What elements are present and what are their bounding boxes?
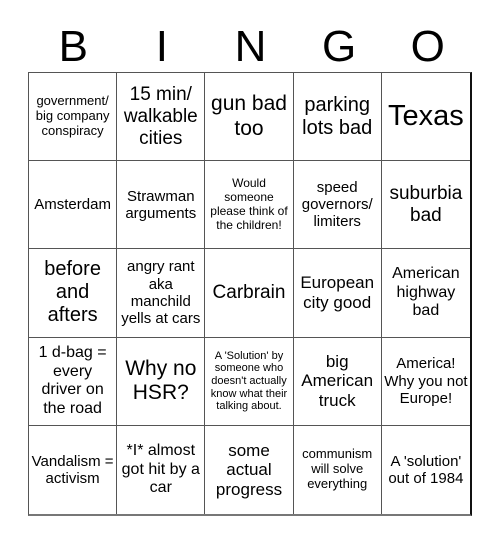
bingo-cell[interactable]: government/ big company conspiracy — [29, 73, 118, 162]
bingo-cell[interactable]: Vandalism = activism — [29, 425, 118, 514]
header-letter-b: B — [58, 22, 88, 71]
bingo-cell[interactable]: American highway bad — [381, 249, 470, 338]
bingo-cell[interactable]: Carbrain — [205, 249, 294, 338]
bingo-cell[interactable]: 15 min/ walkable cities — [117, 73, 206, 162]
bingo-cell[interactable]: suburbia bad — [381, 161, 470, 250]
bingo-cell[interactable]: before and afters — [29, 249, 118, 338]
bingo-cell[interactable]: angry rant aka manchild yells at cars — [117, 249, 206, 338]
bingo-cell[interactable]: gun bad too — [205, 73, 294, 162]
header-letter-i: I — [155, 22, 168, 71]
bingo-cell[interactable]: America! Why you not Europe! — [381, 338, 470, 426]
bingo-cell[interactable]: A 'Solution' by someone who doesn't actu… — [205, 337, 294, 426]
bingo-cell[interactable]: Why no HSR? — [117, 337, 206, 426]
bingo-cell[interactable]: *I* almost got hit by a car — [117, 425, 206, 514]
bingo-cell[interactable]: Amsterdam — [29, 161, 118, 250]
bingo-cell[interactable]: Strawman arguments — [117, 161, 206, 250]
bingo-header: B I N G O — [29, 22, 472, 72]
bingo-cell[interactable]: 1 d-bag = every driver on the road — [29, 337, 118, 426]
bingo-cell[interactable]: Would someone please think of the childr… — [205, 161, 294, 250]
header-letter-g: G — [321, 22, 357, 71]
header-letter-n: N — [234, 22, 267, 71]
bingo-cell[interactable]: big American truck — [293, 337, 382, 426]
bingo-cell[interactable]: speed governors/ limiters — [293, 161, 382, 250]
bingo-cell[interactable]: parking lots bad — [293, 73, 382, 162]
bingo-cell[interactable]: Texas — [381, 73, 470, 162]
bingo-cell[interactable]: some actual progress — [205, 425, 294, 514]
bingo-cell[interactable]: communism will solve everything — [294, 425, 382, 514]
bingo-grid: government/ big company conspiracy 15 mi… — [28, 72, 472, 516]
bingo-cell[interactable]: European city good — [293, 249, 382, 338]
header-letter-o: O — [410, 22, 445, 71]
bingo-cell[interactable]: A 'solution' out of 1984 — [382, 426, 470, 514]
